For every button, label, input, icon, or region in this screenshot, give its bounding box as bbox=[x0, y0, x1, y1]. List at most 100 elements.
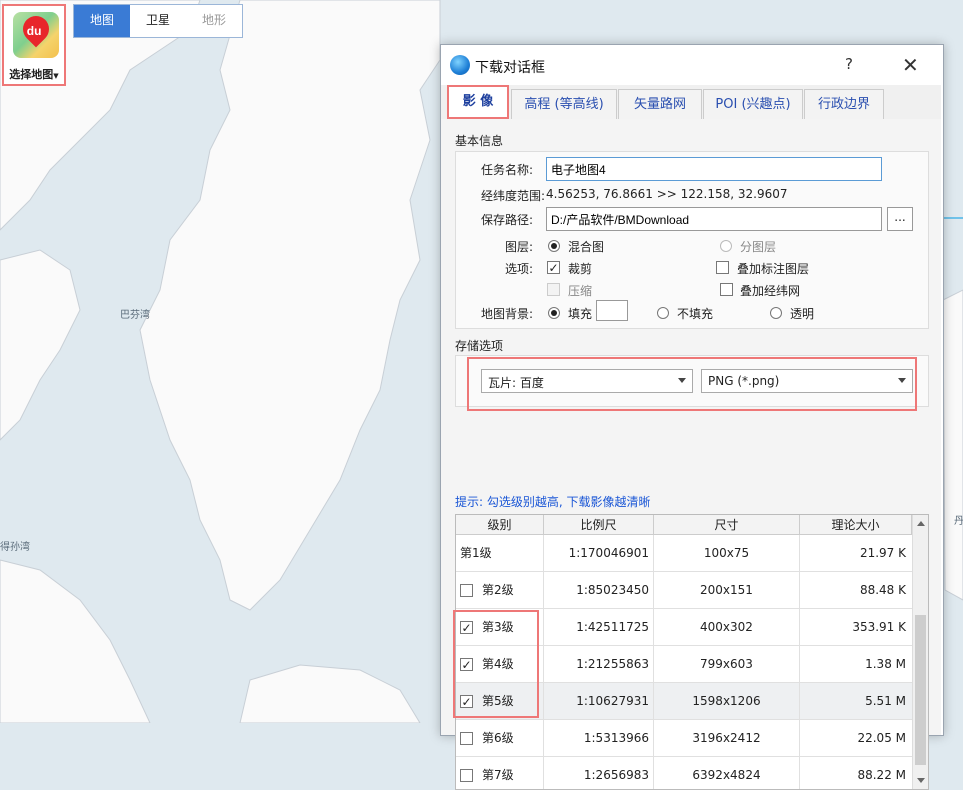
task-name-input[interactable] bbox=[546, 157, 882, 181]
est-size-cell: 21.97 K bbox=[859, 546, 906, 560]
map-pin-icon: du bbox=[17, 10, 55, 48]
scroll-up-icon[interactable] bbox=[917, 521, 925, 526]
map-label-hudson: 得孙湾 bbox=[0, 542, 30, 553]
close-icon[interactable]: ✕ bbox=[902, 53, 919, 77]
scale-cell: 1:170046901 bbox=[544, 535, 654, 571]
tab-vector-roads[interactable]: 矢量路网 bbox=[618, 89, 702, 119]
format-value: PNG (*.png) bbox=[708, 374, 780, 388]
size-cell: 100x75 bbox=[654, 535, 800, 571]
task-name-label: 任务名称: bbox=[480, 163, 533, 177]
options-label: 选项: bbox=[504, 262, 533, 276]
dialog-title: 下载对话框 bbox=[475, 60, 545, 76]
download-dialog: 下载对话框 ? ✕ 影 像 高程 (等高线) 矢量路网 POI (兴趣点) 行政… bbox=[440, 44, 944, 790]
overlay-label-checkbox[interactable] bbox=[716, 261, 729, 274]
app-globe-icon bbox=[450, 55, 470, 75]
tile-source-select[interactable]: 瓦片: 百度 bbox=[481, 369, 693, 393]
map-label-baffin-bay: 巴芬湾 bbox=[120, 310, 150, 321]
map-type-toggle: 地图 卫星 地形 bbox=[73, 4, 243, 38]
level-label: 第6级 bbox=[482, 731, 514, 745]
scale-cell: 1:10627931 bbox=[544, 683, 654, 719]
tab-imagery[interactable]: 影 像 bbox=[447, 85, 509, 119]
table-scrollbar[interactable] bbox=[912, 515, 928, 789]
format-select[interactable]: PNG (*.png) bbox=[701, 369, 913, 393]
overlay-label-text: 叠加标注图层 bbox=[737, 262, 810, 276]
layer-split-label: 分图层 bbox=[740, 240, 777, 254]
table-row[interactable]: 第6级 1:5313966 3196x2412 22.05 M bbox=[456, 720, 912, 757]
tab-poi[interactable]: POI (兴趣点) bbox=[703, 89, 803, 119]
map-land-east bbox=[942, 289, 963, 601]
scale-cell: 1:85023450 bbox=[544, 572, 654, 608]
map-label-east: 丹 bbox=[954, 516, 963, 527]
baidu-map-logo: du bbox=[13, 10, 59, 58]
help-button[interactable]: ? bbox=[845, 55, 853, 73]
bg-nofill-radio[interactable] bbox=[657, 307, 669, 319]
level-label: 第7级 bbox=[482, 768, 514, 782]
size-cell: 200x151 bbox=[654, 572, 800, 608]
scroll-down-icon[interactable] bbox=[917, 778, 925, 783]
crop-label: 裁剪 bbox=[568, 262, 593, 276]
table-row[interactable]: 第1级 1:170046901 100x75 21.97 K bbox=[456, 535, 912, 572]
chevron-down-icon: ▼ bbox=[53, 72, 59, 80]
storage-title: 存储选项 bbox=[455, 339, 504, 353]
map-type-map-button[interactable]: 地图 bbox=[74, 5, 130, 37]
table-row[interactable]: 第2级 1:85023450 200x151 88.48 K bbox=[456, 572, 912, 609]
scale-cell: 1:5313966 bbox=[544, 720, 654, 756]
dialog-content: 基本信息 任务名称: 经纬度范围: 4.56253, 76.8661 >> 12… bbox=[441, 119, 941, 790]
map-type-satellite-button[interactable]: 卫星 bbox=[130, 5, 186, 37]
compress-label: 压缩 bbox=[568, 284, 593, 298]
level-cell: 第7级 bbox=[456, 757, 544, 789]
col-header-est-size: 理论大小 bbox=[800, 515, 912, 535]
bg-color-swatch[interactable] bbox=[596, 300, 628, 321]
chevron-down-icon bbox=[898, 378, 906, 383]
compress-checkbox[interactable] bbox=[547, 283, 560, 296]
chevron-down-icon bbox=[678, 378, 686, 383]
size-cell: 1598x1206 bbox=[654, 683, 800, 719]
overlay-grid-label: 叠加经纬网 bbox=[740, 284, 801, 298]
bg-nofill-label: 不填充 bbox=[677, 307, 714, 321]
est-size-cell: 1.38 M bbox=[865, 657, 906, 671]
range-label: 经纬度范围: bbox=[480, 189, 545, 203]
background-label: 地图背景: bbox=[480, 307, 533, 321]
est-size-cell: 22.05 M bbox=[857, 731, 906, 745]
checked-levels-highlight bbox=[453, 610, 539, 718]
overlay-grid-checkbox[interactable] bbox=[720, 283, 733, 296]
level-label: 第2级 bbox=[482, 583, 514, 597]
level-cell: 第1级 bbox=[456, 535, 544, 571]
level-checkbox[interactable] bbox=[460, 769, 473, 782]
col-header-size: 尺寸 bbox=[654, 515, 800, 535]
size-cell: 799x603 bbox=[654, 646, 800, 682]
basic-info-title: 基本信息 bbox=[455, 134, 504, 148]
hint-text: 提示: 勾选级别越高, 下载影像越清晰 bbox=[455, 495, 651, 509]
col-header-scale: 比例尺 bbox=[544, 515, 654, 535]
scale-cell: 1:21255863 bbox=[544, 646, 654, 682]
col-header-level: 级别 bbox=[456, 515, 544, 535]
dialog-tabs: 影 像 高程 (等高线) 矢量路网 POI (兴趣点) 行政边界 bbox=[441, 85, 941, 119]
est-size-cell: 88.22 M bbox=[857, 768, 906, 782]
est-size-cell: 88.48 K bbox=[859, 583, 906, 597]
save-path-label: 保存路径: bbox=[480, 213, 533, 227]
level-checkbox[interactable] bbox=[460, 732, 473, 745]
layer-split-radio[interactable] bbox=[720, 240, 732, 252]
level-cell: 第6级 bbox=[456, 720, 544, 756]
table-row[interactable]: 第7级 1:2656983 6392x4824 88.22 M bbox=[456, 757, 912, 789]
map-chooser[interactable]: du 选择地图▼ bbox=[2, 4, 66, 86]
level-cell: 第2级 bbox=[456, 572, 544, 608]
logo-text: du bbox=[26, 23, 42, 38]
level-checkbox[interactable] bbox=[460, 584, 473, 597]
bg-fill-label: 填充 bbox=[568, 307, 593, 321]
layer-mixed-radio[interactable] bbox=[548, 240, 560, 252]
browse-button[interactable]: ... bbox=[887, 207, 913, 231]
chooser-label: 选择地图▼ bbox=[4, 66, 64, 82]
dialog-titlebar[interactable]: 下载对话框 ? ✕ bbox=[441, 45, 943, 85]
map-type-terrain-button[interactable]: 地形 bbox=[186, 5, 242, 37]
crop-checkbox[interactable]: ✓ bbox=[547, 261, 560, 274]
tab-boundaries[interactable]: 行政边界 bbox=[804, 89, 884, 119]
save-path-input[interactable] bbox=[546, 207, 882, 231]
size-cell: 400x302 bbox=[654, 609, 800, 645]
tile-source-value: 瓦片: 百度 bbox=[488, 376, 544, 390]
bg-transparent-radio[interactable] bbox=[770, 307, 782, 319]
bg-fill-radio[interactable] bbox=[548, 307, 560, 319]
level-label: 第1级 bbox=[460, 546, 492, 560]
scroll-thumb[interactable] bbox=[915, 615, 926, 765]
tab-elevation[interactable]: 高程 (等高线) bbox=[511, 89, 617, 119]
